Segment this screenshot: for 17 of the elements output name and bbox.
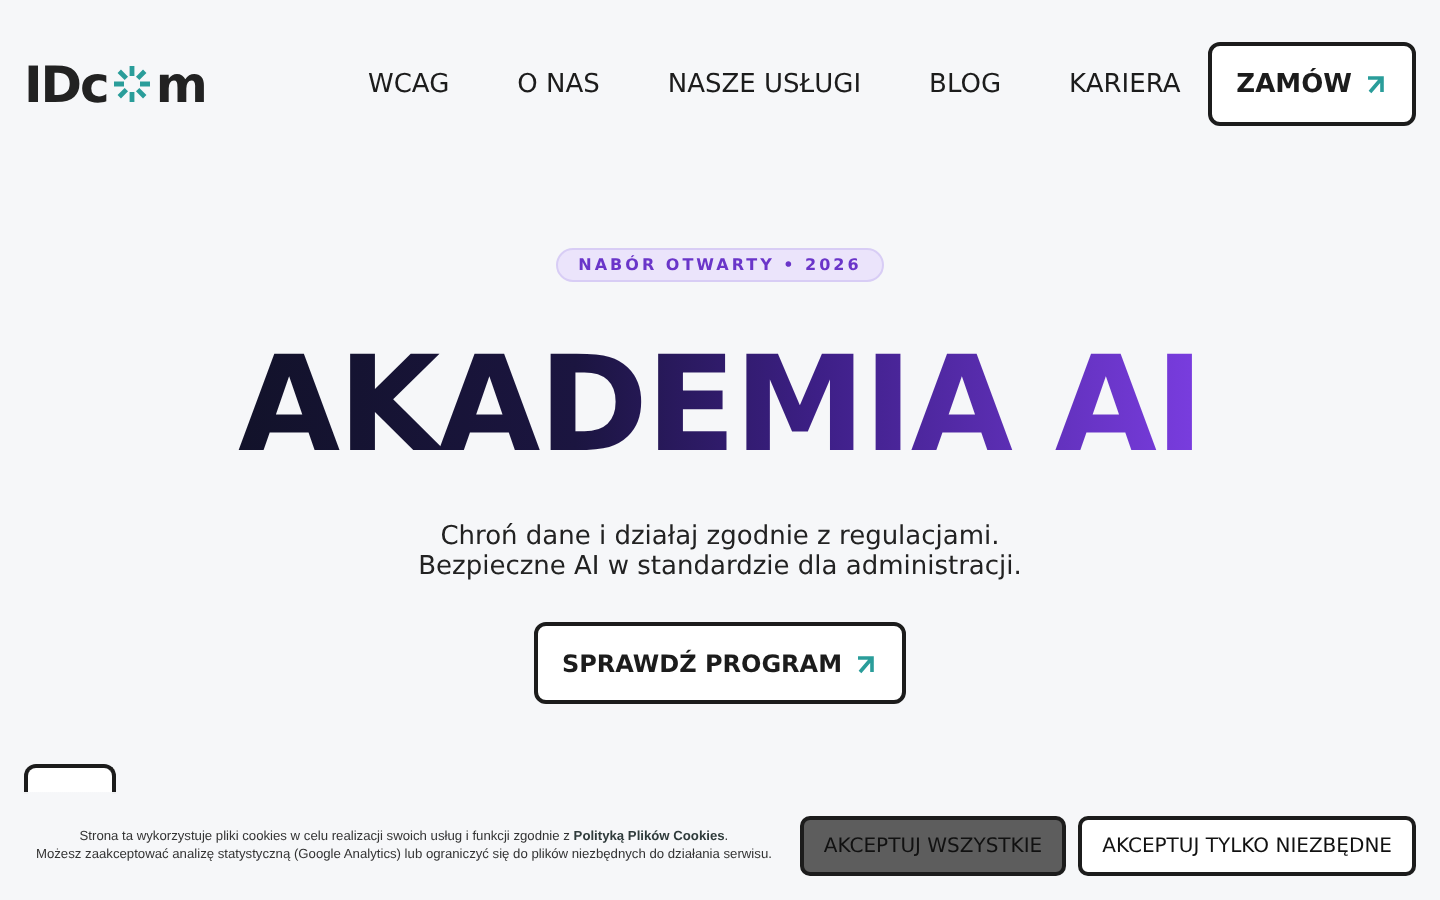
- asterisk-icon: [109, 62, 154, 106]
- status-badge: NABÓR OTWARTY • 2026: [556, 248, 884, 282]
- hero-subtitle: Chroń dane i działaj zgodnie z regulacjami. Bezpieczne AI w standardzie dla administracji.: [418, 522, 1022, 582]
- nav-link[interactable]: WCAG: [368, 69, 450, 99]
- logo-text: IDc: [24, 55, 108, 113]
- nav-link[interactable]: KARIERA: [1069, 69, 1181, 99]
- nav-link[interactable]: NASZE USŁUGI: [667, 69, 862, 99]
- nav-link[interactable]: BLOG: [929, 69, 1002, 99]
- accept-necessary-button[interactable]: AKCEPTUJ TYLKO NIEZBĘDNE: [1078, 816, 1416, 876]
- logo[interactable]: IDc m: [24, 55, 344, 113]
- arrow-icon: [1364, 72, 1388, 96]
- logo-text: m: [155, 55, 206, 113]
- nav-link[interactable]: O NAS: [517, 69, 600, 99]
- program-button[interactable]: SPRAWDŹ PROGRAM: [533, 622, 907, 704]
- order-button[interactable]: ZAMÓW: [1208, 42, 1416, 126]
- floating-button[interactable]: [24, 764, 116, 794]
- arrow-icon: [854, 651, 879, 675]
